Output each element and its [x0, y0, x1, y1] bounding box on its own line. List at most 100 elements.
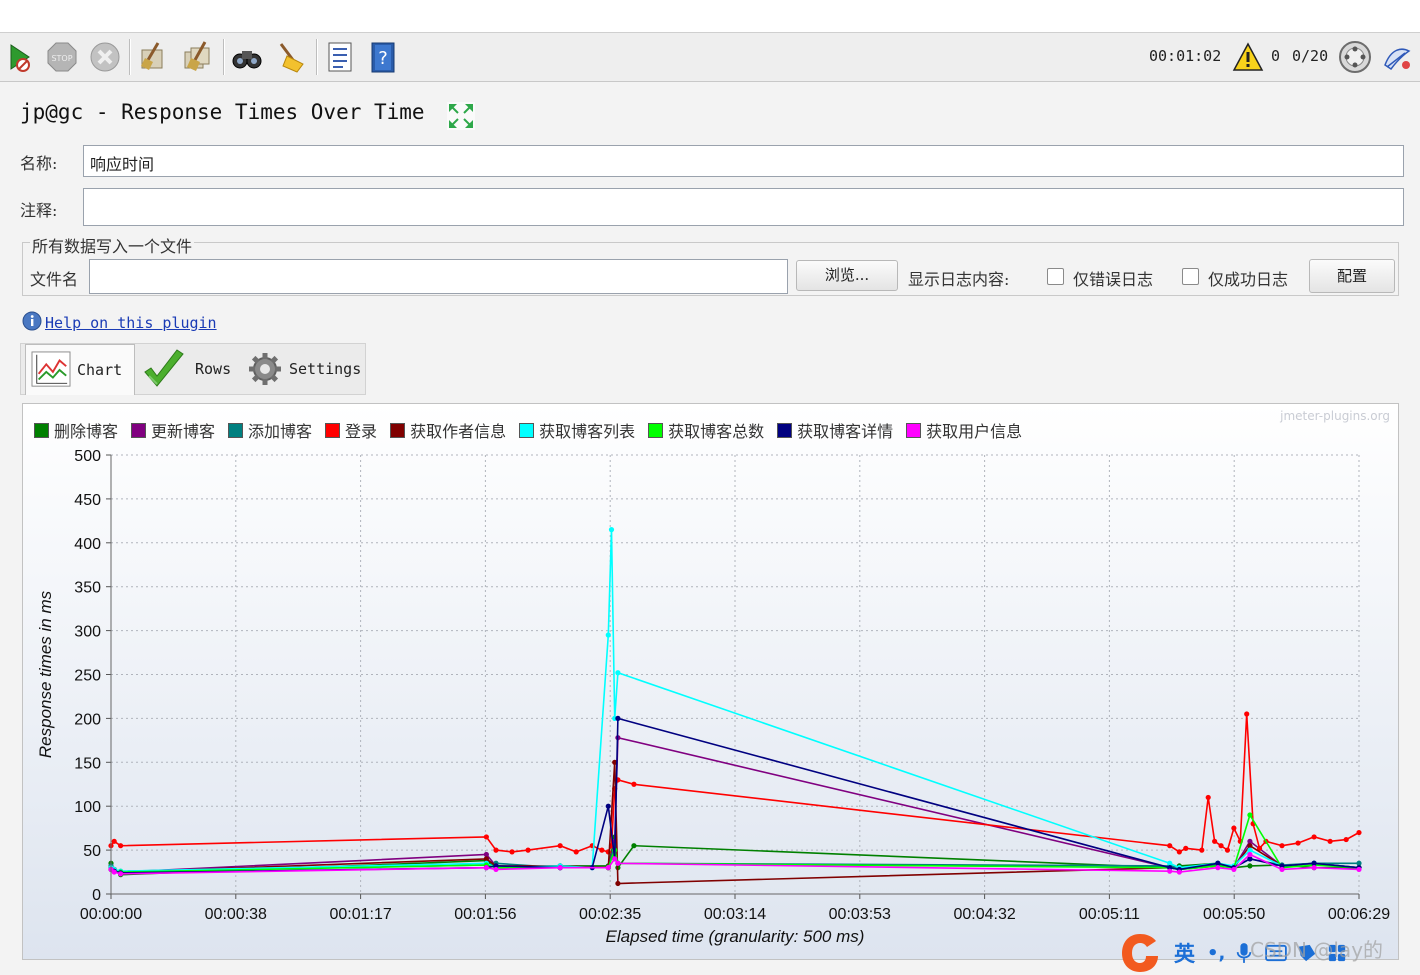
ime-punct[interactable]: •,	[1207, 943, 1225, 964]
data-point	[1356, 829, 1362, 836]
data-point	[615, 880, 621, 887]
help-icon[interactable]: ?	[366, 39, 402, 75]
x-tick-label: 00:01:17	[329, 906, 391, 923]
search-icon[interactable]	[229, 39, 265, 75]
legend-label: 获取作者信息	[410, 422, 507, 441]
tab-settings-label: Settings	[289, 360, 362, 378]
data-point	[1244, 711, 1250, 717]
data-point	[493, 866, 499, 873]
legend-label: 删除博客	[54, 422, 119, 441]
data-point	[493, 847, 499, 853]
data-point	[1167, 868, 1173, 874]
sogou-logo-icon	[1118, 931, 1162, 975]
warning-count: 0	[1271, 47, 1281, 65]
y-tick-label: 200	[74, 711, 101, 728]
data-point	[1247, 863, 1253, 869]
data-point	[1167, 843, 1173, 849]
function-helper-icon[interactable]	[322, 39, 358, 75]
success-only-checkbox[interactable]	[1182, 268, 1199, 285]
help-link-row[interactable]: Help on this plugin	[22, 311, 217, 335]
stop-icon[interactable]: STOP	[44, 39, 80, 75]
legend-item: 删除博客	[34, 418, 118, 442]
y-tick-label: 450	[74, 492, 101, 509]
chart-icon	[30, 351, 72, 389]
browse-button[interactable]: 浏览...	[796, 260, 898, 291]
shutdown-icon[interactable]	[87, 39, 123, 75]
data-point	[1311, 834, 1317, 840]
data-point	[1231, 825, 1237, 831]
errors-only-checkbox[interactable]	[1047, 268, 1064, 285]
gear-icon	[247, 351, 283, 387]
filename-field[interactable]	[89, 259, 788, 294]
y-tick-label: 400	[74, 536, 101, 553]
legend-swatch	[519, 422, 535, 438]
legend-label: 登录	[345, 422, 378, 441]
data-point	[111, 838, 117, 844]
reset-search-icon[interactable]	[272, 39, 308, 75]
ime-toolbar[interactable]: 英 •, CSDN @lay的	[1118, 932, 1420, 974]
tab-chart[interactable]: Chart	[25, 344, 135, 395]
data-point	[615, 860, 621, 866]
legend-label: 添加博客	[248, 422, 313, 441]
legend-item: 添加博客	[228, 418, 312, 442]
warning-icon[interactable]	[1232, 41, 1264, 73]
success-only-label: 仅成功日志	[1208, 270, 1289, 289]
data-point	[608, 527, 615, 533]
legend-swatch	[228, 422, 244, 438]
ime-lang[interactable]: 英	[1174, 938, 1195, 968]
data-point	[509, 849, 515, 855]
y-tick-label: 300	[74, 624, 101, 641]
y-tick-label: 50	[83, 843, 101, 860]
x-tick-label: 00:04:32	[953, 906, 1015, 923]
x-tick-label: 00:01:56	[454, 906, 516, 923]
checkmark-icon	[141, 346, 187, 392]
data-point	[483, 834, 489, 840]
data-point	[605, 632, 611, 638]
data-point	[1176, 869, 1182, 875]
data-point	[1356, 866, 1362, 873]
y-tick-label: 500	[74, 448, 101, 465]
y-tick-label: 0	[92, 887, 101, 904]
tab-bar: Chart Rows Settings	[20, 343, 366, 395]
data-point	[631, 843, 637, 849]
write-to-file-title: 所有数据写入一个文件	[30, 233, 195, 257]
tab-chart-label: Chart	[77, 361, 123, 379]
remote-status-icon	[1338, 40, 1372, 74]
log-viewer-icon[interactable]	[1381, 43, 1413, 73]
data-point	[573, 849, 579, 855]
y-tick-label: 350	[74, 580, 101, 597]
tab-rows[interactable]: Rows	[141, 344, 241, 394]
help-link[interactable]: Help on this plugin	[45, 314, 217, 332]
start-icon[interactable]	[2, 39, 38, 75]
name-field[interactable]: 响应时间	[83, 145, 1404, 177]
y-tick-label: 150	[74, 755, 101, 772]
x-tick-label: 00:05:50	[1203, 906, 1265, 923]
expand-icon[interactable]	[446, 101, 476, 131]
configure-button[interactable]: 配置	[1309, 259, 1395, 293]
x-tick-label: 00:00:00	[80, 906, 142, 923]
y-tick-label: 250	[74, 668, 101, 685]
log-content-label: 显示日志内容:	[908, 270, 1010, 289]
data-point	[1231, 866, 1237, 873]
clear-all-icon[interactable]	[180, 39, 216, 75]
errors-only-label: 仅错误日志	[1073, 270, 1154, 289]
legend-item: 获取博客总数	[648, 418, 764, 442]
chart-legend: 删除博客 更新博客 添加博客 登录 获取作者信息 获取博客列表 获取博客总数 获取博客详情 获取…	[34, 418, 1035, 442]
legend-swatch	[34, 422, 49, 438]
filename-label: 文件名	[30, 270, 79, 289]
legend-item: 获取用户信息	[906, 418, 1022, 442]
data-point	[483, 865, 489, 871]
clear-icon[interactable]	[135, 39, 171, 75]
tab-settings[interactable]: Settings	[247, 344, 365, 394]
legend-label: 更新博客	[151, 422, 216, 441]
data-point	[612, 856, 618, 862]
legend-item: 更新博客	[131, 418, 215, 442]
comment-field[interactable]	[83, 188, 1404, 226]
x-axis-label: Elapsed time (granularity: 500 ms)	[606, 927, 865, 946]
response-times-chart: 0 50 100 150 200 250 300 350 400 450 500 00:00:00 00…	[23, 404, 1398, 959]
data-point	[1205, 794, 1211, 801]
data-point	[118, 843, 124, 849]
data-point	[1327, 838, 1333, 844]
data-point	[631, 781, 637, 787]
legend-swatch	[325, 422, 341, 438]
